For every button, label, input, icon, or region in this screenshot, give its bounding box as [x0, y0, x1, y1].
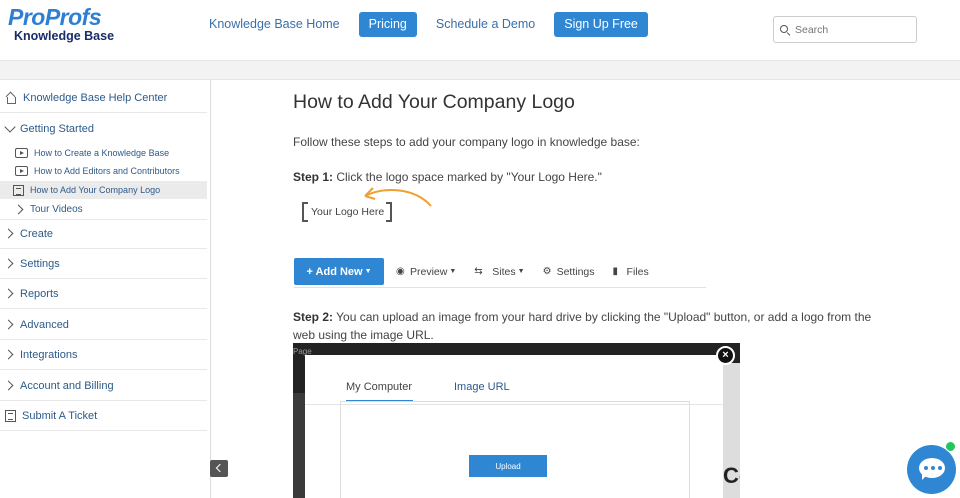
header-divider-bar — [0, 60, 960, 80]
nav-schedule-demo-link[interactable]: Schedule a Demo — [427, 11, 544, 37]
files-label: Files — [626, 265, 649, 278]
settings-menu: ⚙ Settings — [543, 266, 595, 278]
dialog-tabs: My Computer Image URL — [305, 371, 723, 405]
proprofs-logo[interactable]: ProProfs Knowledge Base — [8, 4, 114, 42]
sidebar-item-label: How to Add Your Company Logo — [30, 185, 161, 195]
video-icon — [15, 148, 28, 158]
home-icon — [5, 93, 17, 104]
editor-toolbar-illustration: + Add New ▼ ◉ Preview ▼ ⇆ Sites ▼ ⚙ Settings ▮… — [294, 256, 706, 288]
upload-dialog-screenshot: Page Co My Computer Image URL Upload — [293, 343, 740, 498]
logo-subtitle: Knowledge Base — [14, 29, 115, 43]
caret-down-icon: ▼ — [364, 268, 372, 275]
sidebar-item-label: Settings — [20, 257, 60, 270]
gear-icon: ⚙ — [542, 265, 552, 277]
sidebar-item-label: Knowledge Base Help Center — [23, 91, 168, 104]
chat-dots-icon — [924, 466, 942, 470]
tab-image-url: Image URL — [454, 381, 510, 393]
sidebar-item-advanced[interactable]: Advanced — [0, 310, 207, 340]
chevron-right-icon — [3, 319, 14, 330]
chevron-right-icon — [13, 204, 24, 214]
upload-dialog: My Computer Image URL Upload — [305, 355, 723, 498]
preview-menu: ◉ Preview ▼ — [396, 266, 456, 278]
search-input[interactable] — [795, 23, 905, 36]
close-icon: × — [716, 346, 735, 365]
upload-button: Upload — [469, 455, 547, 477]
sidebar-item-label: Account and Billing — [20, 379, 114, 392]
sidebar-item-label: Getting Started — [20, 123, 94, 135]
step-1-label: Step 1: — [293, 170, 334, 184]
document-icon — [13, 184, 24, 196]
chat-widget-button[interactable] — [907, 445, 956, 494]
sidebar-subitem-tour-videos[interactable]: Tour Videos — [0, 199, 207, 220]
chevron-right-icon — [3, 228, 14, 239]
sidebar: Knowledge Base Help Center Getting Start… — [0, 80, 211, 498]
sidebar-item-label: Create — [20, 227, 54, 240]
step-2-label: Step 2: — [293, 310, 334, 324]
top-nav: Knowledge Base Home Pricing Schedule a D… — [200, 11, 648, 37]
bracket-left — [302, 202, 308, 222]
header: ProProfs Knowledge Base Knowledge Base H… — [0, 0, 960, 60]
logo-wordmark: ProProfs — [8, 4, 102, 30]
sidebar-item-submit-ticket[interactable]: Submit A Ticket — [0, 401, 207, 431]
sidebar-subitem-create-kb[interactable]: How to Create a Knowledge Base — [0, 144, 207, 162]
sidebar-item-help-center[interactable]: Knowledge Base Help Center — [0, 83, 207, 113]
file-icon: ▮ — [612, 265, 619, 277]
sidebar-item-label: How to Add Editors and Contributors — [34, 166, 180, 176]
background-photo — [293, 393, 305, 498]
tab-my-computer: My Computer — [346, 381, 413, 402]
step-2-text: Step 2: You can upload an image from you… — [293, 308, 893, 344]
article-intro: Follow these steps to add your company l… — [293, 135, 640, 149]
sidebar-item-label: Tour Videos — [30, 203, 83, 215]
sidebar-subitem-add-logo[interactable]: How to Add Your Company Logo — [0, 181, 207, 199]
chevron-right-icon — [3, 288, 14, 299]
chevron-right-icon — [3, 349, 14, 360]
nav-kb-home-link[interactable]: Knowledge Base Home — [200, 11, 349, 37]
sites-icon: ⇆ — [474, 265, 483, 277]
nav-pricing-button[interactable]: Pricing — [358, 11, 417, 37]
sidebar-item-reports[interactable]: Reports — [0, 279, 207, 309]
settings-label: Settings — [556, 265, 595, 278]
pointer-arrow-icon — [364, 187, 432, 207]
preview-label: Preview — [410, 265, 448, 278]
sidebar-item-create[interactable]: Create — [0, 219, 207, 249]
caret-down-icon: ▼ — [517, 268, 525, 275]
background-text: Co — [723, 463, 740, 488]
sidebar-item-label: Integrations — [20, 348, 78, 361]
eye-icon: ◉ — [396, 265, 405, 277]
step-1-text: Step 1: Click the logo space marked by "… — [293, 170, 602, 184]
chevron-right-icon — [3, 258, 14, 269]
step-2-body: You can upload an image from your hard d… — [293, 310, 872, 342]
upload-area — [340, 401, 690, 498]
online-status-indicator — [945, 441, 956, 452]
sites-label: Sites — [492, 265, 516, 278]
chevron-down-icon — [4, 120, 16, 133]
sidebar-subitem-add-editors[interactable]: How to Add Editors and Contributors — [0, 162, 207, 180]
caret-down-icon: ▼ — [449, 268, 457, 275]
sidebar-item-getting-started[interactable]: Getting Started — [0, 118, 207, 140]
add-new-button: + Add New ▼ — [294, 258, 384, 285]
sites-menu: ⇆ Sites ▼ — [474, 266, 524, 278]
sidebar-item-settings[interactable]: Settings — [0, 249, 207, 279]
search-box[interactable] — [773, 16, 917, 43]
sidebar-item-label: Advanced — [20, 318, 69, 331]
page-title: How to Add Your Company Logo — [293, 91, 575, 113]
sidebar-item-label: How to Create a Knowledge Base — [34, 148, 170, 158]
ticket-icon — [5, 409, 16, 422]
sidebar-item-integrations[interactable]: Integrations — [0, 340, 207, 370]
collapse-sidebar-button[interactable] — [210, 460, 228, 477]
nav-signup-button[interactable]: Sign Up Free — [554, 11, 648, 37]
sidebar-item-label: Reports — [20, 287, 59, 300]
sidebar-item-account-billing[interactable]: Account and Billing — [0, 371, 207, 401]
search-icon — [780, 24, 790, 35]
chevron-right-icon — [3, 380, 14, 391]
sidebar-item-label: Submit A Ticket — [22, 409, 98, 422]
add-new-label: + Add New — [306, 265, 363, 278]
video-icon — [15, 166, 28, 176]
files-menu: ▮ Files — [613, 266, 649, 278]
